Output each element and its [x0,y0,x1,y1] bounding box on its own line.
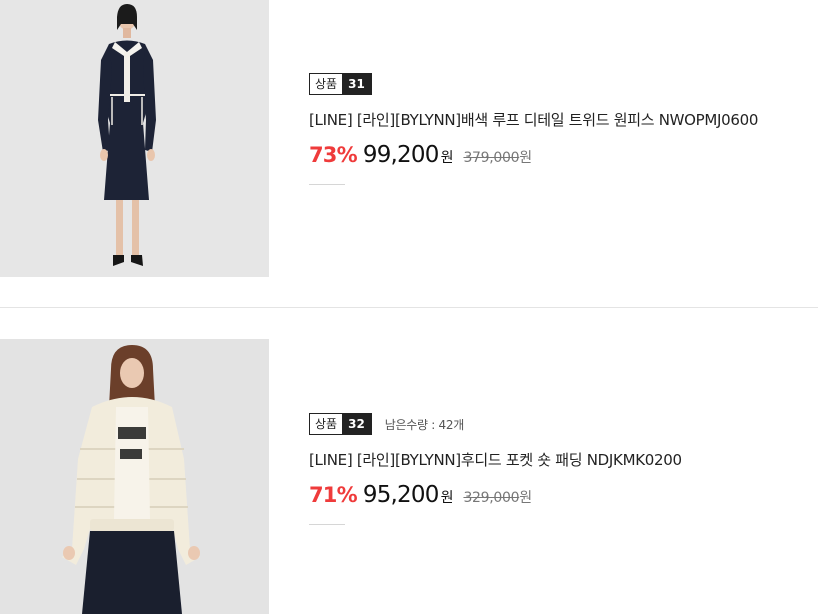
discount-rate: 73% [309,143,358,167]
product-name-link[interactable]: [LINE] [라인][BYLYNN]배색 루프 디테일 트위드 원피스 NWO… [309,109,758,130]
currency-unit: 원 [440,490,454,506]
original-price: 379,000 [463,150,520,166]
product-image[interactable] [0,339,269,614]
list-divider [0,307,818,308]
badge-number: 32 [342,414,371,434]
divider-short [309,524,345,525]
currency-unit: 원 [440,150,454,166]
product-card[interactable]: 상품 31 [LINE] [라인][BYLYNN]배색 루프 디테일 트위드 원… [0,0,818,277]
product-number-badge: 상품 31 [309,73,372,95]
price-row: 73% 99,200 원 379,000 원 [309,142,758,168]
original-price: 329,000 [463,490,520,506]
badge-number: 31 [342,74,371,94]
product-card[interactable]: 상품 32 남은수량 : 42개 [LINE] [라인][BYLYNN]후디드 … [0,339,818,614]
original-currency-unit: 원 [519,150,533,166]
product-image[interactable] [0,0,269,277]
sale-price: 95,200 [362,482,439,508]
model-tweed-dress-image [0,0,269,277]
original-currency-unit: 원 [519,490,533,506]
badge-label: 상품 [310,74,343,94]
remaining-stock: 남은수량 : 42개 [384,417,464,432]
product-number-badge: 상품 32 [309,413,372,435]
discount-rate: 71% [309,483,358,507]
sale-price: 99,200 [362,142,439,168]
divider-short [309,184,345,185]
price-row: 71% 95,200 원 329,000 원 [309,482,682,508]
product-name-link[interactable]: [LINE] [라인][BYLYNN]후디드 포켓 숏 패딩 NDJKMK020… [309,449,682,470]
model-padded-jacket-image [0,339,269,614]
badge-label: 상품 [310,414,343,434]
